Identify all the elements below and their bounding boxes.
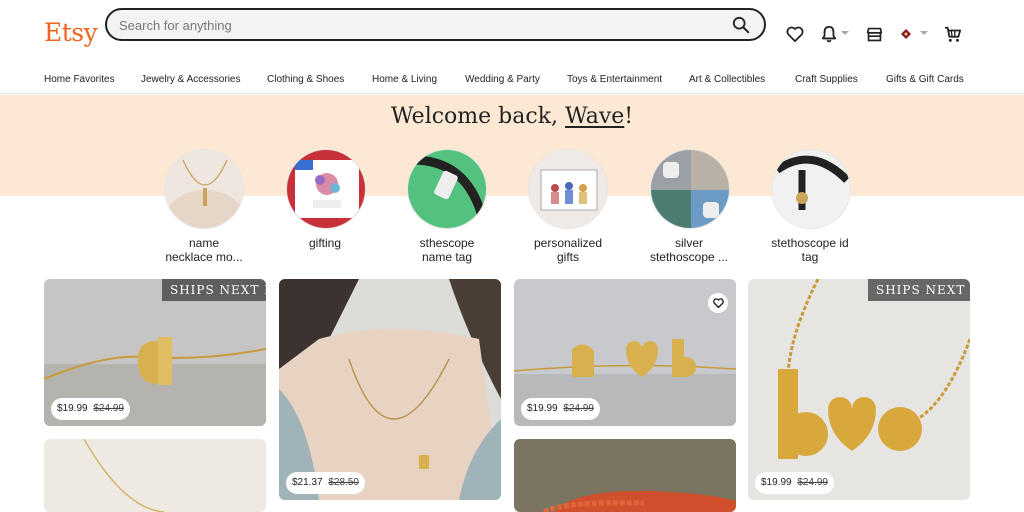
nav-item-jewelry[interactable]: Jewelry & Accessories <box>141 74 240 85</box>
nav-item-toys[interactable]: Toys & Entertainment <box>567 74 662 85</box>
price-tag: $19.99 $24.99 <box>521 398 600 420</box>
category-label-gifting[interactable]: gifting <box>265 236 385 250</box>
category-image-personalized-gifts[interactable] <box>528 149 608 229</box>
nav-item-wedding[interactable]: Wedding & Party <box>465 74 540 85</box>
ships-next-day-badge: SHIPS NEXT DAY <box>162 279 266 301</box>
notifications-button[interactable] <box>818 23 840 45</box>
shop-icon <box>866 27 882 41</box>
listing-card[interactable] <box>514 439 736 512</box>
category-image-name-necklace[interactable] <box>164 149 244 229</box>
category-image-stethoscope-tag[interactable] <box>407 149 487 229</box>
welcome-text: Welcome back, <box>390 104 566 129</box>
shop-manager-button[interactable] <box>863 23 885 45</box>
nav-item-gifts[interactable]: Gifts & Gift Cards <box>886 74 964 85</box>
nav-item-home-favorites[interactable]: Home Favorites <box>44 74 115 85</box>
welcome-heading: Welcome back, Wave! <box>0 104 1024 129</box>
search-bar[interactable] <box>105 8 766 41</box>
listing-card[interactable]: $21.37 $28.50 <box>279 279 501 500</box>
bell-icon <box>821 26 837 43</box>
nav-item-art[interactable]: Art & Collectibles <box>689 74 765 85</box>
price-tag: $19.99 $24.99 <box>755 472 834 494</box>
favorites-button[interactable] <box>784 23 806 45</box>
cart-button[interactable] <box>942 23 964 45</box>
user-name-link[interactable]: Wave <box>565 104 624 129</box>
category-label-name-necklace[interactable]: name necklace mo... <box>144 236 264 264</box>
heart-icon <box>712 298 724 308</box>
heart-icon <box>786 26 804 42</box>
nav-item-craft[interactable]: Craft Supplies <box>795 74 858 85</box>
category-label-personalized-gifts[interactable]: personalized gifts <box>508 236 628 264</box>
listing-image <box>44 439 266 512</box>
listing-image <box>279 279 501 500</box>
ships-next-day-badge: SHIPS NEXT D <box>868 279 970 301</box>
listing-card[interactable]: $19.99 $24.99 <box>514 279 736 426</box>
category-label-stethoscope-id[interactable]: stethoscope id tag <box>750 236 870 264</box>
search-input[interactable] <box>119 16 709 34</box>
header: Etsy <box>0 0 1024 66</box>
nav-item-home-living[interactable]: Home & Living <box>372 74 437 85</box>
category-label-silver-stethoscope[interactable]: silver stethoscope ... <box>629 236 749 264</box>
welcome-punct: ! <box>624 104 634 129</box>
price-tag: $21.37 $28.50 <box>286 472 365 494</box>
category-nav: Home Favorites Jewelry & Accessories Clo… <box>0 66 1024 94</box>
chevron-down-icon[interactable] <box>920 30 928 36</box>
category-image-gifting[interactable] <box>286 149 366 229</box>
etsy-logo[interactable]: Etsy <box>44 18 98 47</box>
listing-card[interactable]: SHIPS NEXT DAY $19.99 $24.99 <box>44 279 266 426</box>
category-label-stethoscope-tag[interactable]: sthescope name tag <box>387 236 507 264</box>
category-image-silver-stethoscope[interactable] <box>650 149 730 229</box>
price-tag: $19.99 $24.99 <box>51 398 130 420</box>
listing-image <box>748 279 970 500</box>
listing-card[interactable] <box>44 439 266 512</box>
nav-item-clothing[interactable]: Clothing & Shoes <box>267 74 344 85</box>
listing-card[interactable]: SHIPS NEXT D $19.99 $24.99 <box>748 279 970 500</box>
search-icon[interactable] <box>732 16 750 34</box>
favorite-button[interactable] <box>708 293 728 313</box>
cart-icon <box>944 26 962 42</box>
category-image-stethoscope-id[interactable] <box>771 149 851 229</box>
chevron-down-icon[interactable] <box>841 30 849 36</box>
listing-image <box>514 439 736 512</box>
avatar-icon <box>901 29 911 39</box>
account-button[interactable] <box>895 23 917 45</box>
